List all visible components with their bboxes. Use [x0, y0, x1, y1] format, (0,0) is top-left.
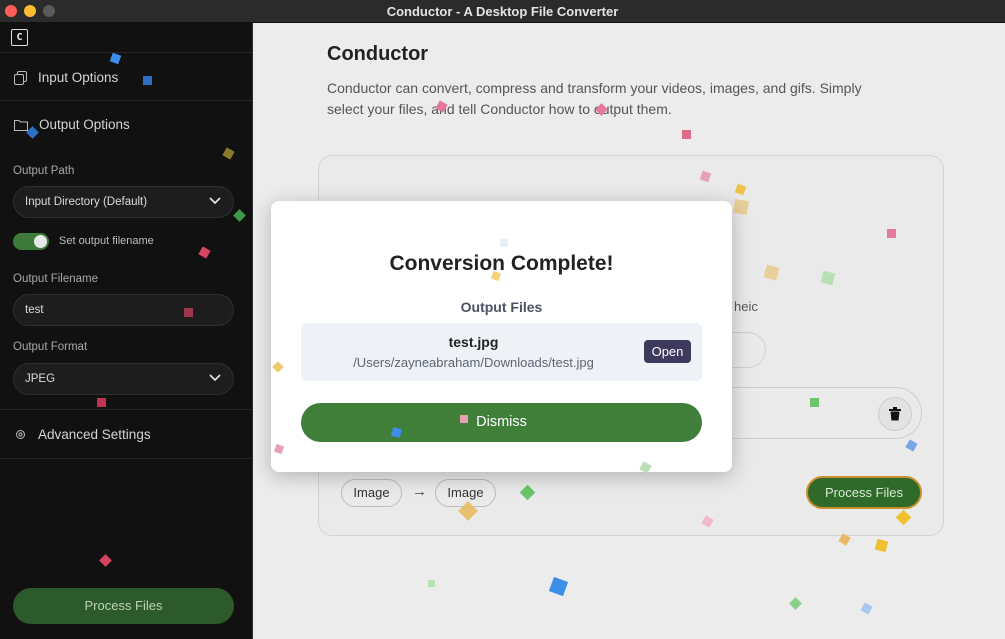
conversion-complete-dialog: Conversion Complete! Output Files test.j… — [271, 201, 732, 473]
dismiss-button[interactable]: Dismiss — [301, 403, 702, 442]
output-path-select[interactable]: Input Directory (Default) — [13, 186, 234, 218]
output-filename-input[interactable]: test — [13, 294, 234, 326]
output-format-value: JPEG — [25, 373, 56, 385]
advanced-settings-section[interactable]: Advanced Settings — [0, 409, 253, 459]
open-file-button[interactable]: Open — [644, 340, 691, 363]
confetti-piece — [500, 239, 508, 247]
from-type-pill[interactable]: Image — [341, 479, 402, 507]
confetti-piece — [810, 398, 819, 407]
app-window: Conductor - A Desktop File Converter C I… — [0, 0, 1005, 639]
app-logo: C — [11, 29, 28, 46]
dialog-title: Conversion Complete! — [389, 252, 614, 275]
confetti-piece — [732, 198, 750, 216]
format-hint-text: heic — [734, 299, 758, 314]
page-description: Conductor can convert, compress and tran… — [327, 80, 862, 117]
chevron-down-icon — [209, 197, 221, 205]
set-filename-label: Set output filename — [59, 235, 154, 247]
output-path-value: Input Directory (Default) — [25, 196, 148, 208]
confetti-piece — [143, 76, 152, 85]
set-filename-toggle[interactable] — [13, 233, 49, 250]
advanced-settings-label: Advanced Settings — [38, 427, 151, 442]
output-file-path: /Users/zayneabraham/Downloads/test.jpg — [353, 355, 594, 370]
input-options-label: Input Options — [38, 70, 119, 85]
delete-file-button[interactable] — [878, 397, 912, 431]
confetti-piece — [460, 415, 468, 423]
output-file-name: test.jpg — [448, 334, 499, 350]
confetti-piece — [490, 270, 502, 282]
gear-icon — [16, 430, 25, 439]
copy-icon — [14, 70, 27, 85]
confetti-piece — [682, 130, 691, 139]
output-filename-value: test — [25, 304, 44, 316]
output-file-item: test.jpg /Users/zayneabraham/Downloads/t… — [301, 323, 702, 381]
output-files-heading: Output Files — [460, 299, 543, 315]
arrow-right-icon: → — [412, 483, 427, 500]
trash-icon — [889, 407, 901, 421]
confetti-piece — [97, 398, 106, 407]
output-format-label: Output Format — [13, 341, 88, 353]
output-format-select[interactable]: JPEG — [13, 363, 234, 395]
sidebar-process-files-button[interactable]: Process Files — [13, 588, 234, 624]
confetti-piece — [428, 580, 435, 587]
confetti-piece — [887, 229, 896, 238]
window-title: Conductor - A Desktop File Converter — [386, 4, 619, 19]
output-path-label: Output Path — [13, 165, 75, 177]
folder-icon — [14, 119, 28, 131]
main-process-files-button[interactable]: Process Files — [806, 476, 922, 509]
output-filename-label: Output Filename — [13, 273, 99, 285]
output-options-label: Output Options — [39, 117, 130, 132]
title-bar: Conductor - A Desktop File Converter — [0, 0, 1005, 23]
page-title: Conductor — [327, 43, 429, 65]
chevron-down-icon — [209, 374, 221, 382]
sidebar: C Input Options Output Options Output Pa… — [0, 23, 253, 639]
confetti-piece — [184, 308, 193, 317]
input-options-section[interactable]: Input Options — [0, 52, 253, 100]
